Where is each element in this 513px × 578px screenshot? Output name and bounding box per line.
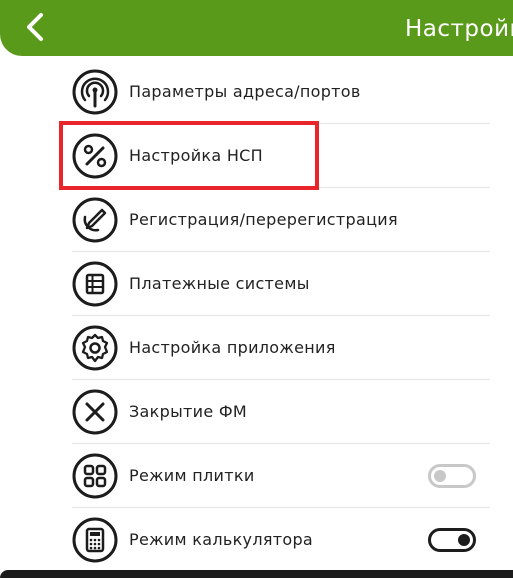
app-frame: Настройки Параметры адреса/портов bbox=[0, 0, 513, 578]
tiles-icon bbox=[72, 453, 118, 499]
chevron-left-icon bbox=[27, 13, 43, 41]
tile-mode-toggle[interactable] bbox=[428, 463, 476, 488]
settings-menu: Параметры адреса/портов Настройка НСП Ре… bbox=[72, 60, 490, 571]
back-button[interactable] bbox=[18, 10, 52, 44]
menu-item-calculator-mode[interactable]: Режим калькулятора bbox=[72, 508, 490, 571]
menu-item-nsp-settings[interactable]: Настройка НСП bbox=[72, 124, 490, 188]
menu-item-label: Режим плитки bbox=[129, 466, 255, 485]
menu-item-label: Регистрация/перерегистрация bbox=[129, 210, 398, 229]
menu-item-close-fm[interactable]: Закрытие ФМ bbox=[72, 380, 490, 444]
menu-item-app-settings[interactable]: Настройка приложения bbox=[72, 316, 490, 380]
edit-icon bbox=[72, 197, 118, 243]
page-title: Настройки bbox=[405, 16, 513, 42]
menu-item-label: Платежные системы bbox=[129, 274, 310, 293]
menu-item-label: Режим калькулятора bbox=[129, 530, 314, 549]
menu-item-registration[interactable]: Регистрация/перерегистрация bbox=[72, 188, 490, 252]
menu-item-address-ports[interactable]: Параметры адреса/портов bbox=[72, 60, 490, 124]
toggle-knob bbox=[434, 469, 446, 482]
toggle-knob bbox=[458, 533, 470, 546]
calculator-icon bbox=[72, 517, 118, 563]
menu-item-label: Настройка приложения bbox=[129, 338, 336, 357]
antenna-icon bbox=[72, 69, 118, 115]
menu-item-payment-systems[interactable]: Платежные системы bbox=[72, 252, 490, 316]
close-circle-icon bbox=[72, 389, 118, 435]
percent-icon bbox=[72, 133, 118, 179]
menu-item-tile-mode[interactable]: Режим плитки bbox=[72, 444, 490, 508]
bottom-edge bbox=[0, 570, 513, 578]
app-header: Настройки bbox=[0, 0, 513, 56]
gear-icon bbox=[72, 325, 118, 371]
menu-item-label: Закрытие ФМ bbox=[129, 402, 248, 421]
menu-item-label: Настройка НСП bbox=[129, 146, 263, 165]
calculator-mode-toggle[interactable] bbox=[428, 527, 476, 552]
grid-list-icon bbox=[72, 261, 118, 307]
menu-item-label: Параметры адреса/портов bbox=[129, 82, 361, 101]
